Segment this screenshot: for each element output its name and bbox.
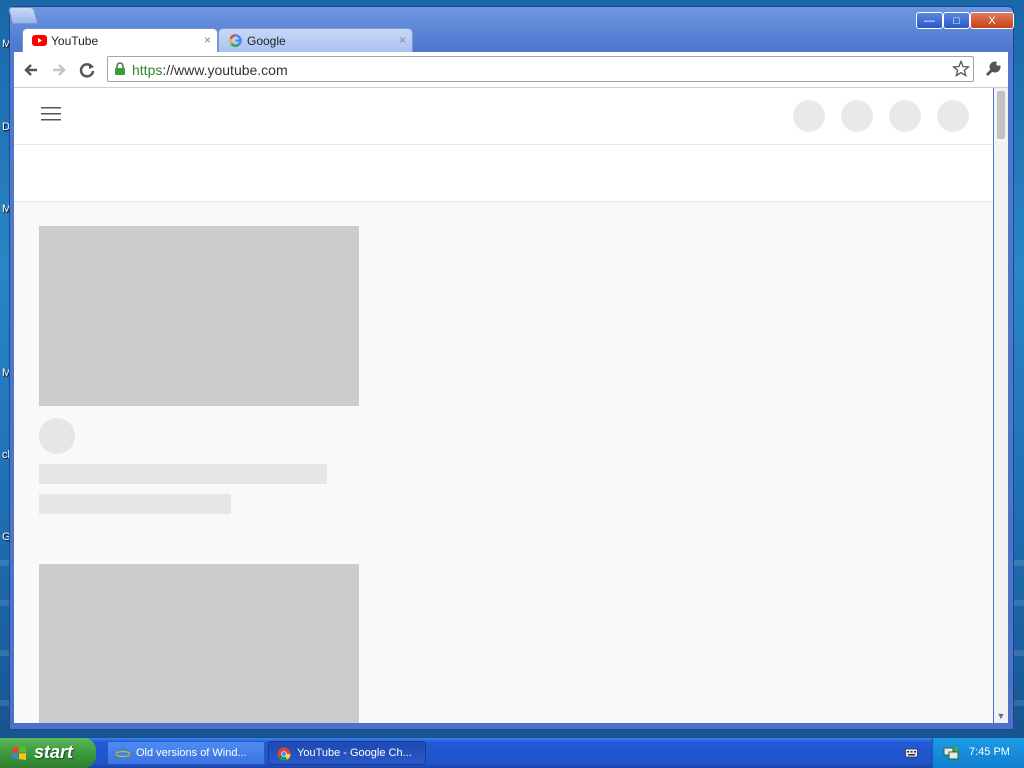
url-host: ://www.youtube.com xyxy=(162,62,288,78)
star-icon[interactable] xyxy=(952,60,970,78)
channel-avatar-placeholder xyxy=(39,418,75,454)
header-placeholder-circle xyxy=(841,100,873,132)
header-placeholder-circle xyxy=(889,100,921,132)
youtube-header xyxy=(14,88,993,145)
taskbar-item-chrome[interactable]: YouTube - Google Ch... xyxy=(268,741,426,765)
tab-label: YouTube xyxy=(51,34,99,48)
youtube-icon xyxy=(32,35,47,46)
back-arrow-icon[interactable] xyxy=(20,59,42,81)
header-placeholder-circle xyxy=(793,100,825,132)
taskbar: start Old versions of Wind... YouTube - … xyxy=(0,738,1024,768)
hamburger-menu-icon[interactable] xyxy=(41,106,61,122)
chip-bar-placeholder xyxy=(14,145,993,202)
chrome-icon xyxy=(277,747,291,761)
start-button[interactable]: start xyxy=(0,738,96,768)
title-line-placeholder xyxy=(39,464,327,484)
header-placeholder-circle xyxy=(937,100,969,132)
reload-icon[interactable] xyxy=(76,59,98,81)
taskbar-item-ie[interactable]: Old versions of Wind... xyxy=(107,741,265,765)
windows-flag-icon xyxy=(12,746,26,760)
taskbar-item-label: YouTube - Google Ch... xyxy=(297,747,412,759)
browser-toolbar: https://www.youtube.com xyxy=(14,52,1008,88)
tab-youtube[interactable]: YouTube × xyxy=(22,28,218,52)
tab-google[interactable]: Google × xyxy=(218,28,413,52)
new-tab-button[interactable] xyxy=(7,7,39,24)
vertical-scrollbar[interactable]: ▼ xyxy=(994,88,1008,723)
browser-window: — □ X YouTube × Google × https://www.you… xyxy=(7,6,1014,730)
desktop: M D M M cl G — □ X YouTube × Google × ht… xyxy=(0,0,1024,768)
video-thumbnail-placeholder xyxy=(39,226,359,406)
address-bar[interactable]: https://www.youtube.com xyxy=(107,56,974,82)
close-tab-icon[interactable]: × xyxy=(399,33,406,47)
lock-icon xyxy=(115,62,125,75)
minimize-button[interactable]: — xyxy=(916,12,943,29)
taskbar-item-label: Old versions of Wind... xyxy=(136,747,247,759)
network-icon[interactable] xyxy=(943,745,959,761)
maximize-button[interactable]: □ xyxy=(943,12,970,29)
scroll-down-icon[interactable]: ▼ xyxy=(995,710,1007,722)
keyboard-icon[interactable] xyxy=(905,747,918,758)
wrench-icon[interactable] xyxy=(982,59,1004,81)
system-tray: 7:45 PM xyxy=(932,738,1024,768)
clock[interactable]: 7:45 PM xyxy=(969,746,1010,758)
start-label: start xyxy=(34,742,74,762)
tab-label: Google xyxy=(247,34,286,48)
scrollbar-thumb[interactable] xyxy=(997,91,1005,139)
close-tab-icon[interactable]: × xyxy=(204,33,211,47)
url-scheme: https xyxy=(132,62,163,78)
google-icon xyxy=(229,34,242,47)
ie-icon xyxy=(116,748,130,760)
web-page xyxy=(14,88,993,723)
url-text: https://www.youtube.com xyxy=(132,62,288,78)
meta-line-placeholder xyxy=(39,494,231,514)
close-window-button[interactable]: X xyxy=(970,12,1014,29)
video-thumbnail-placeholder xyxy=(39,564,359,723)
forward-arrow-icon[interactable] xyxy=(48,59,70,81)
